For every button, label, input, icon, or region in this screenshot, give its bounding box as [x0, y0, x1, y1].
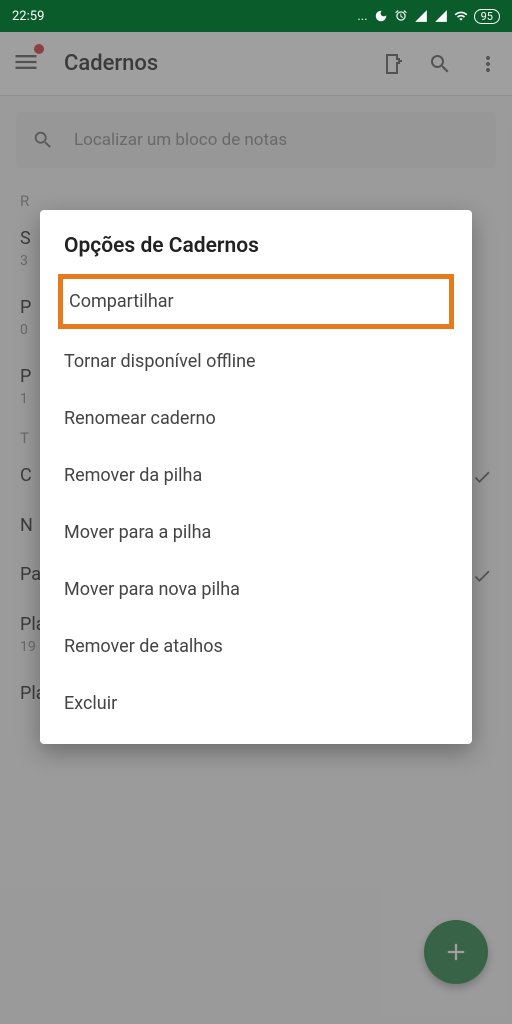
status-bar: 22:59 ... 95: [0, 0, 512, 32]
signal-icon: [414, 9, 428, 23]
dialog-item-delete[interactable]: Excluir: [40, 675, 472, 732]
dialog-item-share[interactable]: Compartilhar: [58, 274, 454, 329]
moon-icon: [374, 9, 388, 23]
status-icons: ... 95: [357, 9, 500, 24]
dialog-item-remove-shortcut[interactable]: Remover de atalhos: [40, 618, 472, 675]
signal-icon-2: [434, 9, 448, 23]
options-dialog: Opções de Cadernos Compartilhar Tornar d…: [40, 210, 472, 744]
dialog-item-move-new-stack[interactable]: Mover para nova pilha: [40, 561, 472, 618]
dialog-item-offline[interactable]: Tornar disponível offline: [40, 333, 472, 390]
dialog-title: Opções de Cadernos: [40, 234, 472, 270]
wifi-icon: [454, 9, 468, 23]
battery-badge: 95: [474, 9, 500, 24]
alarm-icon: [394, 9, 408, 23]
dots-icon: ...: [357, 9, 367, 24]
dialog-item-move-stack[interactable]: Mover para a pilha: [40, 504, 472, 561]
dialog-item-rename[interactable]: Renomear caderno: [40, 390, 472, 447]
status-time: 22:59: [12, 9, 44, 24]
dialog-item-remove-stack[interactable]: Remover da pilha: [40, 447, 472, 504]
